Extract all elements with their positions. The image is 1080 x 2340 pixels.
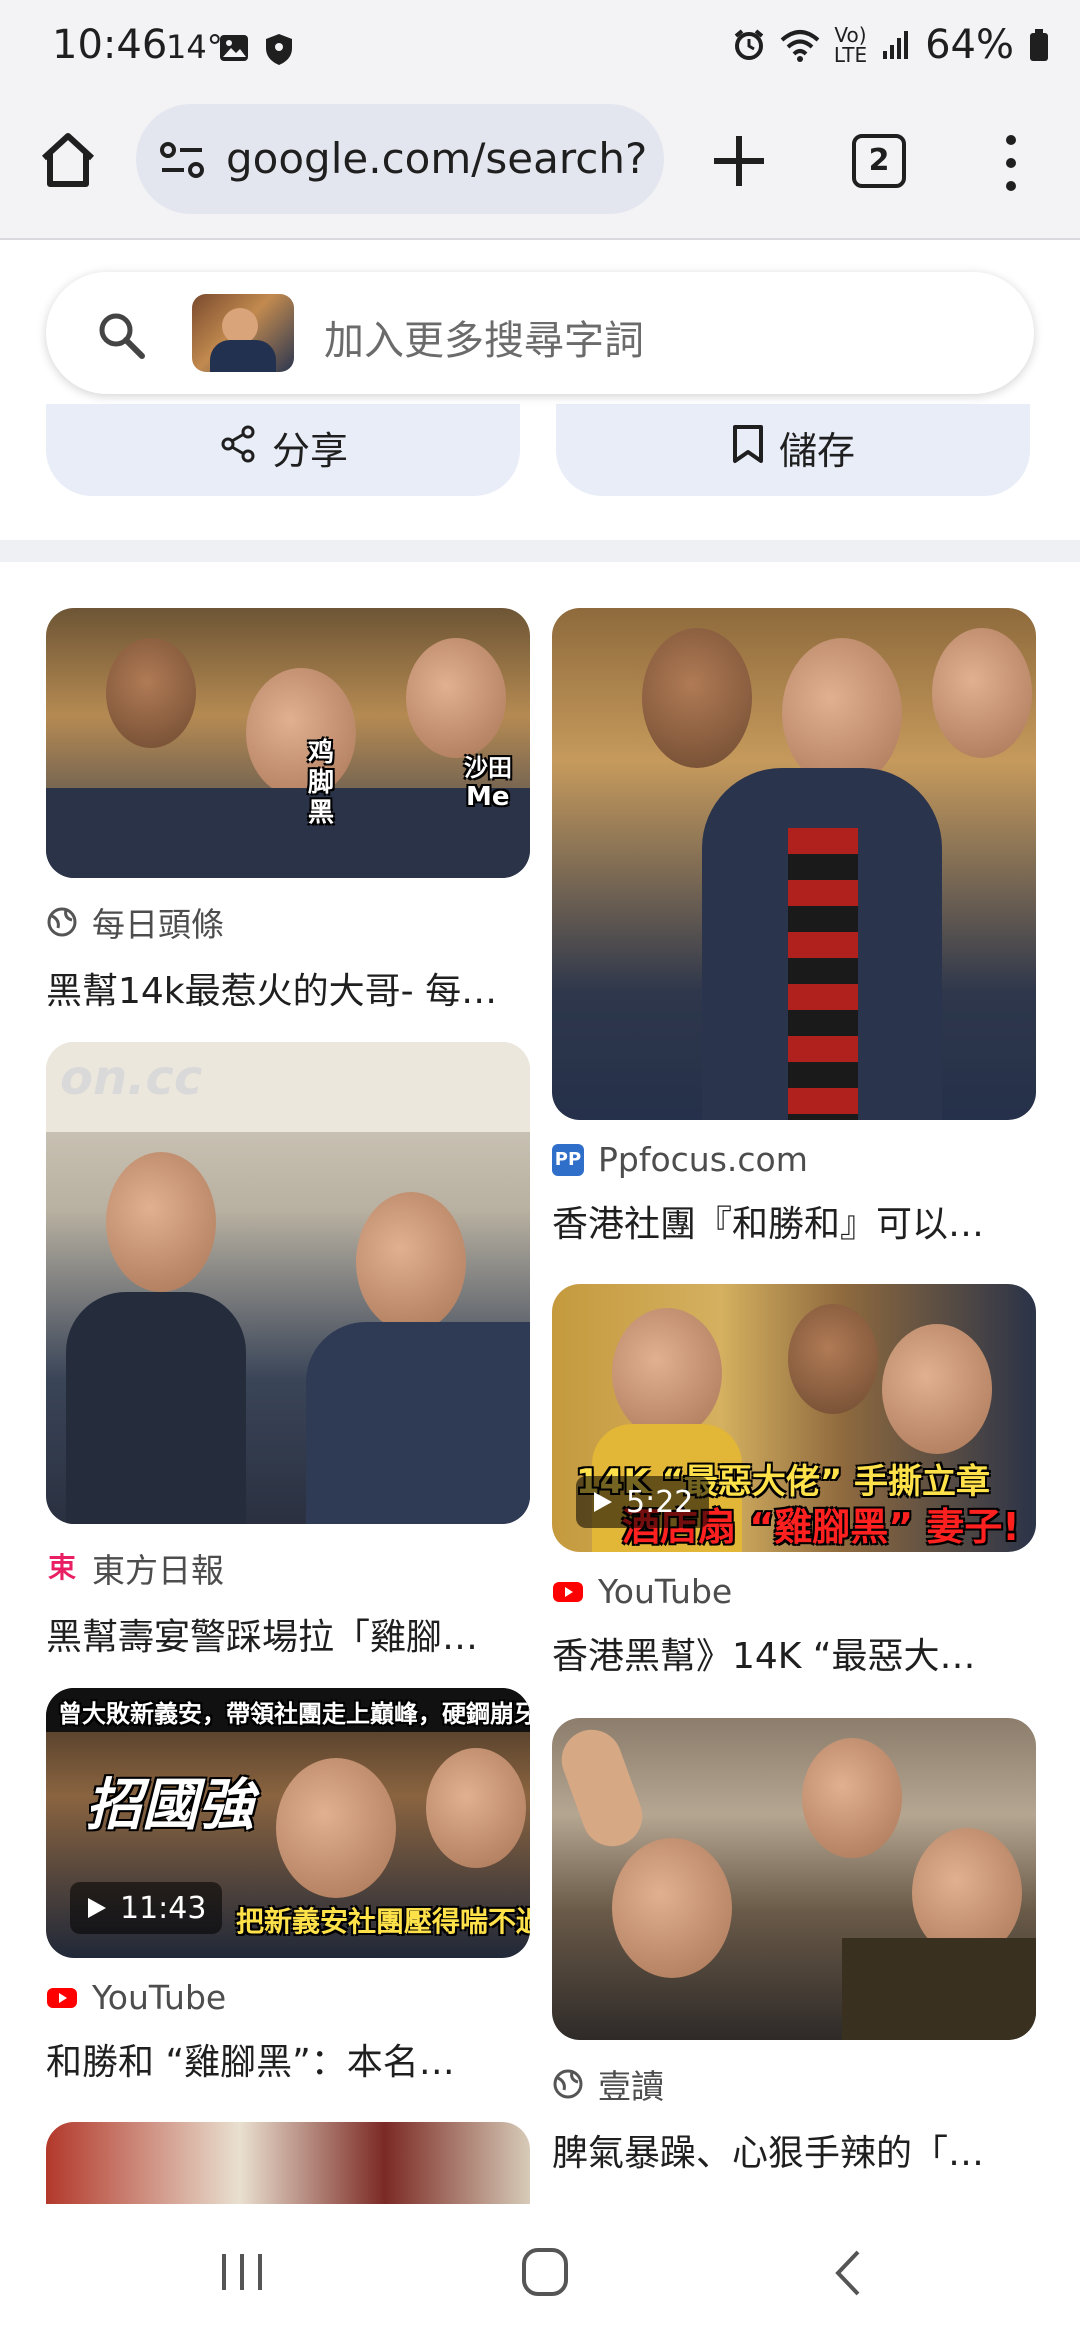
site-settings-icon[interactable] xyxy=(158,140,206,180)
search-box[interactable]: 加入更多搜尋字詞 xyxy=(46,272,1034,394)
play-icon xyxy=(594,1492,612,1512)
volte-indicator: Vo) LTE xyxy=(834,25,867,65)
alarm-icon xyxy=(734,29,764,60)
more-menu-icon[interactable] xyxy=(996,128,1026,198)
bookmark-icon xyxy=(732,425,763,463)
section-divider xyxy=(0,540,1080,562)
overlay-text: 鸡脚黑 xyxy=(308,738,335,828)
share-button[interactable]: 分享 xyxy=(46,404,520,496)
play-icon xyxy=(88,1898,106,1918)
volte-bottom: LTE xyxy=(833,43,868,67)
search-image-thumbnail[interactable] xyxy=(192,294,294,372)
result-card[interactable]: on.cc 束 東方日報 黑幫壽宴警踩場拉「雞腳… xyxy=(46,1042,530,1660)
result-thumbnail[interactable]: 曾大敗新義安，帶領社團走上巔峰，硬鋼崩牙駒 招國強 把新義安社團壓得喘不過氣來 … xyxy=(46,1688,530,1958)
result-title[interactable]: 脾氣暴躁、心狠手辣的「… xyxy=(552,2124,1036,2176)
system-nav-bar xyxy=(0,2204,1080,2340)
result-title[interactable]: 黑幫壽宴警踩場拉「雞腳… xyxy=(46,1608,530,1660)
video-duration-badge: 5:22 xyxy=(576,1476,710,1528)
oncc-logo: on.cc xyxy=(60,1050,203,1106)
battery-percent: 64% xyxy=(925,22,1014,68)
result-title[interactable]: 和勝和 “雞腳黑”：本名… xyxy=(46,2033,530,2085)
result-card[interactable]: 曾大敗新義安，帶領社團走上巔峰，硬鋼崩牙駒 招國強 把新義安社團壓得喘不過氣來 … xyxy=(46,1688,530,2085)
globe-icon xyxy=(47,907,77,937)
share-icon xyxy=(221,425,255,463)
search-placeholder[interactable]: 加入更多搜尋字詞 xyxy=(324,308,644,366)
result-source: 束 東方日報 xyxy=(46,1544,530,1592)
search-icon[interactable] xyxy=(96,310,146,360)
result-source-name: 每日頭條 xyxy=(92,905,224,944)
result-source-name: YouTube xyxy=(92,1978,227,2017)
youtube-icon xyxy=(553,1581,583,1602)
result-card[interactable]: 壹讀 脾氣暴躁、心狠手辣的「… xyxy=(552,1718,1036,2176)
youtube-icon xyxy=(47,1987,77,2008)
shield-icon xyxy=(266,34,292,65)
save-button[interactable]: 儲存 xyxy=(556,404,1030,496)
home-nav-icon[interactable] xyxy=(520,2246,570,2298)
overlay-text: 沙田 xyxy=(464,754,512,782)
wifi-icon xyxy=(780,30,820,62)
result-source: 壹讀 xyxy=(552,2060,1036,2108)
result-source: YouTube xyxy=(46,1978,530,2017)
signal-icon xyxy=(883,31,909,59)
status-left-icons xyxy=(218,32,294,66)
result-thumbnail[interactable]: 鸡脚黑 沙田 Me xyxy=(46,608,530,878)
image-icon xyxy=(220,35,248,61)
status-temperature: 14° xyxy=(166,28,223,66)
globe-icon xyxy=(553,2069,583,2099)
result-source-name: Ppfocus.com xyxy=(598,1140,808,1179)
oncc-favicon-icon: 束 xyxy=(47,1551,76,1584)
browser-toolbar: google.com/search? 2 xyxy=(0,100,1080,240)
status-time: 10:46 xyxy=(52,22,168,68)
result-title[interactable]: 黑幫14k最惹火的大哥- 每… xyxy=(46,962,530,1014)
result-source-name: 壹讀 xyxy=(598,2067,664,2106)
result-card[interactable]: PP Ppfocus.com 香港社團『和勝和』可以… xyxy=(552,608,1036,1247)
status-right-icons: Vo) LTE 64% xyxy=(732,22,1050,68)
video-duration-badge: 11:43 xyxy=(70,1882,223,1934)
result-thumbnail[interactable] xyxy=(552,1718,1036,2040)
address-bar[interactable]: google.com/search? xyxy=(136,104,664,214)
overlay-text: Me xyxy=(466,782,510,812)
result-title[interactable]: 香港黑幫》14K “最惡大… xyxy=(552,1627,1036,1679)
result-source-name: 東方日報 xyxy=(92,1551,224,1590)
battery-icon xyxy=(1030,29,1048,61)
volte-top: Vo) xyxy=(834,23,867,47)
result-thumbnail[interactable]: on.cc xyxy=(46,1042,530,1524)
status-bar: 10:46 14° Vo) LTE 64% xyxy=(0,0,1080,100)
back-icon[interactable] xyxy=(828,2248,868,2298)
result-source: PP Ppfocus.com xyxy=(552,1140,1036,1179)
overlay-text: 招國強 xyxy=(86,1773,254,1838)
overlay-text: 曾大敗新義安，帶領社團走上巔峰，硬鋼崩牙駒 xyxy=(58,1700,530,1728)
overlay-text: 把新義安社團壓得喘不過氣來 xyxy=(236,1905,530,1938)
video-duration: 11:43 xyxy=(120,1890,207,1926)
ppfocus-favicon-icon: PP xyxy=(552,1143,584,1176)
video-duration: 5:22 xyxy=(626,1484,694,1520)
new-tab-icon[interactable] xyxy=(704,126,774,196)
result-card[interactable]: 鸡脚黑 沙田 Me 每日頭條 黑幫14k最惹火的大哥- 每… xyxy=(46,608,530,1014)
result-thumbnail[interactable] xyxy=(46,2122,530,2204)
result-title[interactable]: 香港社團『和勝和』可以… xyxy=(552,1195,1036,1247)
home-icon[interactable] xyxy=(36,128,100,192)
save-label: 儲存 xyxy=(778,429,855,473)
result-source: 每日頭條 xyxy=(46,898,530,946)
result-source-name: YouTube xyxy=(598,1572,733,1611)
recent-apps-icon[interactable] xyxy=(216,2248,268,2296)
result-card[interactable]: 14K “最惡大佬” 手撕立章 酒店扇 “雞腳黑” 妻子! 5:22 YouTu… xyxy=(552,1284,1036,1679)
result-thumbnail[interactable]: 14K “最惡大佬” 手撕立章 酒店扇 “雞腳黑” 妻子! 5:22 xyxy=(552,1284,1036,1552)
result-card[interactable] xyxy=(46,2122,530,2204)
result-source: YouTube xyxy=(552,1572,1036,1611)
share-label: 分享 xyxy=(271,429,348,473)
result-thumbnail[interactable] xyxy=(552,608,1036,1120)
url-text[interactable]: google.com/search? xyxy=(226,134,647,183)
tab-switcher-button[interactable]: 2 xyxy=(852,134,906,188)
